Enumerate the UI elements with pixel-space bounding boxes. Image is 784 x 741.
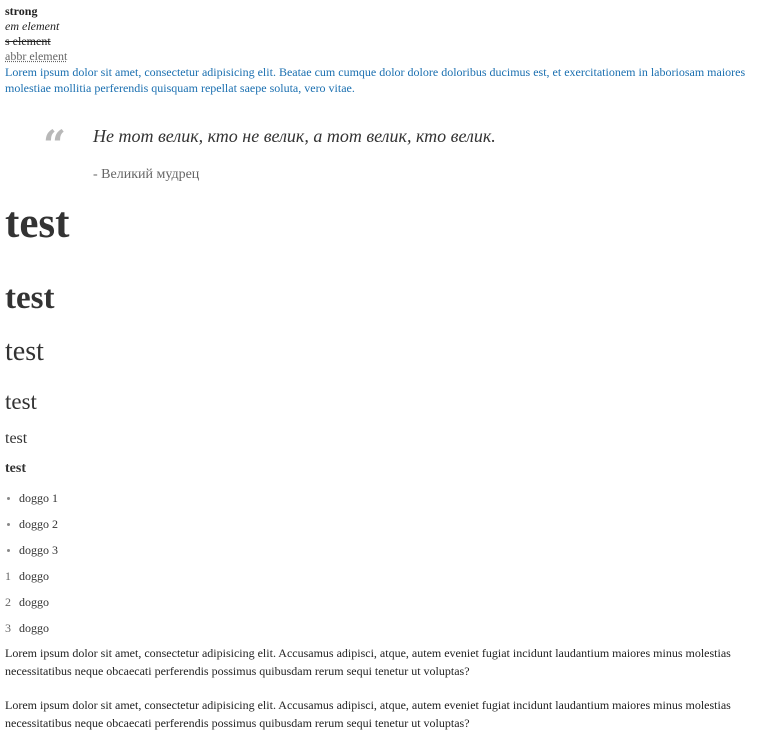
heading-6: test	[5, 461, 26, 476]
list-item: doggo 3	[5, 540, 58, 566]
list-item: doggo 1	[5, 488, 58, 514]
list-item: 3 doggo	[5, 618, 49, 644]
list-item-label: doggo	[19, 595, 49, 609]
heading-1: test	[5, 200, 70, 247]
paragraph: Lorem ipsum dolor sit amet, consectetur …	[5, 646, 731, 678]
main-column: test test test test test test doggo 1 do…	[5, 0, 781, 741]
list-item: 2 doggo	[5, 592, 49, 618]
heading-3: test	[5, 336, 44, 367]
bullet-icon	[7, 497, 10, 500]
ordered-list: 1 doggo 2 doggo 3 doggo	[5, 566, 49, 644]
list-item-label: doggo	[19, 569, 49, 583]
heading-2: test	[5, 280, 55, 316]
list-number: 2	[5, 595, 11, 609]
heading-5: test	[5, 430, 28, 447]
list-item: doggo 2	[5, 514, 58, 540]
list-item-label: doggo	[19, 621, 49, 635]
heading-4: test	[5, 389, 37, 414]
list-item-label: doggo 1	[19, 491, 58, 505]
list-item: 1 doggo	[5, 566, 49, 592]
bullet-icon	[7, 549, 10, 552]
list-number: 1	[5, 569, 11, 583]
list-item-label: doggo 3	[19, 543, 58, 557]
bullet-icon	[7, 523, 10, 526]
list-item-label: doggo 2	[19, 517, 58, 531]
paragraph: Lorem ipsum dolor sit amet, consectetur …	[5, 698, 731, 730]
list-number: 3	[5, 621, 11, 635]
unordered-list: doggo 1 doggo 2 doggo 3	[5, 488, 58, 566]
